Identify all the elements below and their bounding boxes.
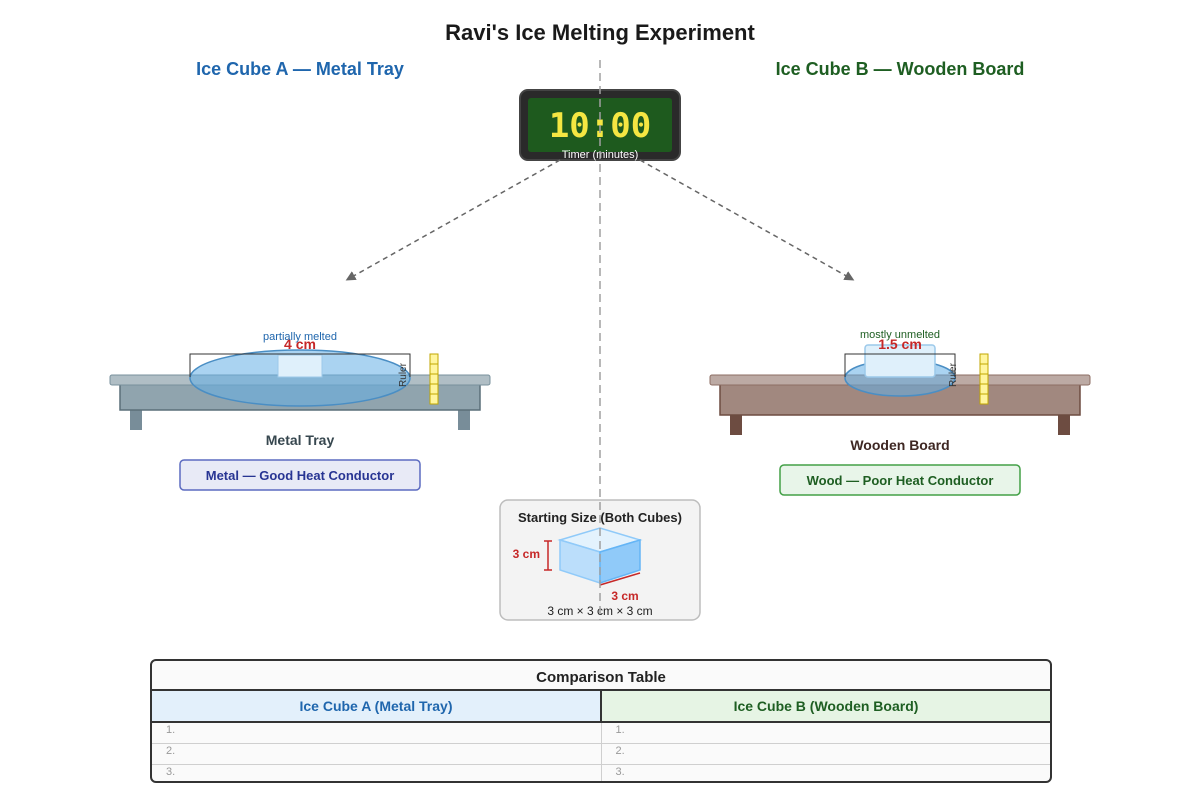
wood-board-leg-right [1058,413,1070,435]
table-row: 1. 1. [152,723,1050,744]
wooden-board-setup: 1.5 cm mostly unmelted Ruler Wooden Boar… [709,329,1091,496]
metal-tray-leg-left [130,408,142,430]
ruler-label-a: Ruler [398,362,409,387]
left-heading: Ice Cube A — Metal Tray [196,59,404,79]
table-cell-a[interactable]: 1. [152,723,602,743]
ruler-b [979,353,989,405]
height-label: 3 cm [513,547,540,561]
comparison-table-title: Comparison Table [536,669,666,686]
ice-cube-a [277,354,323,378]
metal-tray-setup: 4 cm partially melted Ruler Metal Tray M… [109,331,491,491]
wood-board-leg-left [730,413,742,435]
table-row: 3. 3. [152,765,1051,781]
table-cell-b[interactable]: 2. [602,744,1051,764]
right-heading: Ice Cube B — Wooden Board [776,59,1025,79]
table-row: 2. 2. [152,744,1050,765]
surface-label-b: Wooden Board [850,437,949,453]
width-label: 3 cm [611,589,638,603]
timer-arrow-right [639,159,855,281]
page-title: Ravi's Ice Melting Experiment [445,20,755,45]
table-cell-b[interactable]: 3. [602,765,1051,781]
timer-arrow-left [345,159,561,281]
conductor-label-a: Metal — Good Heat Conductor [206,468,395,483]
melt-note-a: partially melted [263,331,337,343]
column-header-b: Ice Cube B (Wooden Board) [602,691,1050,721]
surface-label-a: Metal Tray [266,432,335,448]
melt-note-b: mostly unmelted [860,329,940,341]
conductor-label-b: Wood — Poor Heat Conductor [807,473,994,488]
table-cell-b[interactable]: 1. [602,723,1051,743]
ruler-a [429,353,439,405]
ruler-label-b: Ruler [948,362,959,387]
metal-tray-leg-right [458,408,470,430]
table-cell-a[interactable]: 2. [152,744,602,764]
comparison-table: Comparison Table Ice Cube A (Metal Tray)… [150,659,1052,783]
table-cell-a[interactable]: 3. [152,765,602,781]
column-header-a: Ice Cube A (Metal Tray) [152,691,602,721]
comparison-table-header: Ice Cube A (Metal Tray) Ice Cube B (Wood… [152,689,1050,723]
